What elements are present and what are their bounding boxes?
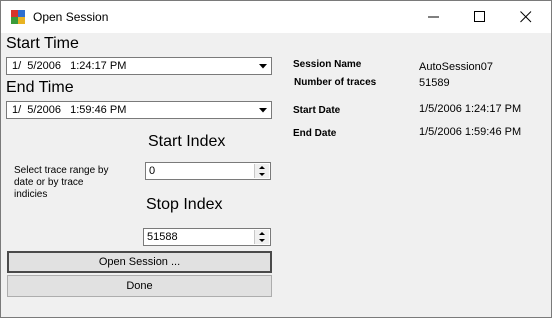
- stop-index-spinner[interactable]: 51588: [143, 228, 271, 246]
- number-of-traces-value: 51589: [419, 77, 450, 89]
- start-time-dropdown-button[interactable]: [257, 60, 269, 72]
- minimize-icon: [428, 16, 439, 18]
- chevron-down-icon: [259, 108, 267, 113]
- open-session-window: Open Session Start Time 1/ 5/2006 1:24:1…: [0, 0, 552, 318]
- close-button[interactable]: [503, 1, 549, 33]
- minimize-button[interactable]: [411, 1, 457, 33]
- done-button[interactable]: Done: [7, 275, 272, 297]
- chevron-down-icon: [259, 64, 267, 69]
- start-date-label: Start Date: [293, 105, 341, 116]
- start-time-picker[interactable]: 1/ 5/2006 1:24:17 PM: [6, 57, 272, 75]
- start-time-value: 1/ 5/2006 1:24:17 PM: [12, 60, 127, 72]
- maximize-icon: [474, 11, 485, 22]
- end-time-dropdown-button[interactable]: [257, 104, 269, 116]
- chevron-up-icon: [259, 232, 265, 235]
- start-index-label: Start Index: [148, 133, 226, 150]
- number-of-traces-label: Number of traces: [294, 77, 377, 88]
- end-time-picker[interactable]: 1/ 5/2006 1:59:46 PM: [6, 101, 272, 119]
- title-bar[interactable]: Open Session: [1, 1, 551, 33]
- stop-index-label: Stop Index: [146, 196, 223, 213]
- stop-index-up-button[interactable]: [254, 230, 269, 237]
- app-icon: [11, 10, 25, 24]
- chevron-up-icon: [259, 166, 265, 169]
- end-time-label: End Time: [6, 79, 74, 96]
- end-date-label: End Date: [293, 128, 337, 139]
- start-date-value: 1/5/2006 1:24:17 PM: [419, 103, 522, 115]
- end-date-value: 1/5/2006 1:59:46 PM: [419, 126, 522, 138]
- session-name-value: AutoSession07: [419, 61, 493, 73]
- stop-index-value: 51588: [147, 231, 178, 243]
- range-hint-text: Select trace range by date or by trace i…: [14, 165, 109, 200]
- window-title: Open Session: [33, 10, 109, 24]
- chevron-down-icon: [259, 239, 265, 242]
- start-index-spinner[interactable]: 0: [145, 162, 271, 180]
- start-time-label: Start Time: [6, 35, 79, 52]
- chevron-down-icon: [259, 173, 265, 176]
- maximize-button[interactable]: [457, 1, 503, 33]
- start-index-value: 0: [149, 165, 156, 177]
- end-time-value: 1/ 5/2006 1:59:46 PM: [12, 104, 127, 116]
- start-index-down-button[interactable]: [254, 171, 269, 178]
- session-name-label: Session Name: [293, 59, 362, 70]
- open-session-button[interactable]: Open Session ...: [7, 251, 272, 273]
- close-icon: [520, 11, 532, 23]
- stop-index-down-button[interactable]: [254, 237, 269, 244]
- start-index-up-button[interactable]: [254, 164, 269, 171]
